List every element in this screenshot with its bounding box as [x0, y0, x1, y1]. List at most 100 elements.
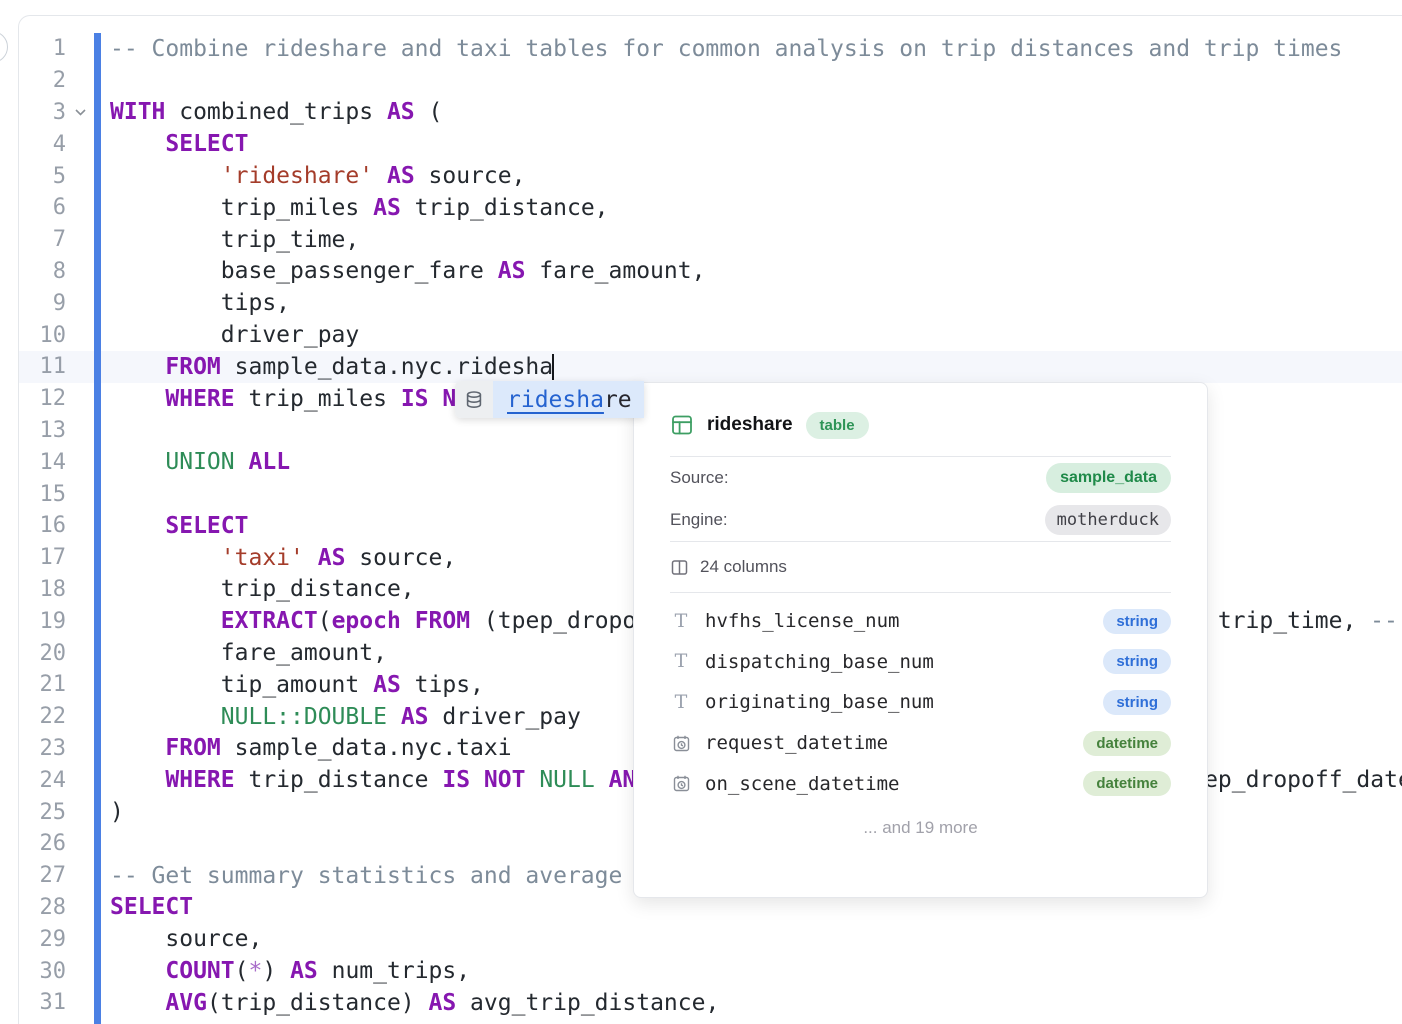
change-indicator-bar	[94, 574, 101, 606]
change-indicator-bar	[94, 669, 101, 701]
code-line[interactable]: 8 base_passenger_fare AS fare_amount,	[19, 256, 1402, 288]
column-row: on_scene_datetimedatetime	[670, 763, 1171, 804]
divider	[670, 592, 1171, 593]
change-indicator-bar	[94, 160, 101, 192]
suggestion-rest-text: re	[604, 387, 632, 413]
source-badge: sample_data	[1046, 463, 1171, 493]
code-line[interactable]: 5 'rideshare' AS source,	[19, 160, 1402, 192]
line-number: 4	[19, 132, 66, 157]
code-text: driver_pay	[101, 322, 359, 348]
column-name: request_datetime	[705, 732, 1083, 754]
change-indicator-bar	[94, 351, 101, 383]
code-text: SELECT	[101, 131, 248, 157]
columns-count-row: 24 columns	[670, 542, 1171, 592]
code-text: SELECT	[101, 513, 248, 539]
more-columns-note: ... and 19 more	[670, 818, 1171, 838]
code-text: FROM sample_data.nyc.ridesha	[101, 354, 554, 381]
code-line[interactable]: 4 SELECT	[19, 128, 1402, 160]
change-indicator-bar	[94, 97, 101, 129]
columns-count-text: 24 columns	[700, 557, 787, 577]
code-line[interactable]: 1 -- Combine rideshare and taxi tables fo…	[19, 33, 1402, 65]
change-indicator-bar	[94, 637, 101, 669]
columns-icon	[670, 558, 689, 577]
code-line[interactable]: 30 COUNT(*) AS num_trips,	[19, 955, 1402, 987]
line-number: 22	[19, 704, 66, 729]
change-indicator-bar	[94, 478, 101, 510]
table-info-header: rideshare table	[670, 409, 1171, 441]
column-row: Thvfhs_license_numstring	[670, 601, 1171, 642]
line-number: 30	[19, 959, 66, 984]
change-indicator-bar	[94, 256, 101, 288]
line-number: 11	[19, 354, 66, 379]
string-type-icon: T	[670, 652, 692, 671]
line-number: 17	[19, 545, 66, 570]
edge-button-fragment[interactable]	[0, 31, 8, 63]
code-line[interactable]: 6 trip_miles AS trip_distance,	[19, 192, 1402, 224]
source-label: Source:	[670, 468, 729, 488]
code-text: base_passenger_fare AS fare_amount,	[101, 258, 705, 284]
line-number: 3	[19, 100, 66, 125]
change-indicator-bar	[94, 923, 101, 955]
change-indicator-bar	[94, 701, 101, 733]
change-indicator-bar	[94, 446, 101, 478]
string-type-icon: T	[670, 612, 692, 631]
column-type-badge: datetime	[1083, 771, 1171, 796]
suggestion-item-rideshare[interactable]: rideshare	[493, 381, 644, 418]
line-number: 18	[19, 577, 66, 602]
code-line[interactable]: 9 tips,	[19, 287, 1402, 319]
datetime-type-icon	[670, 734, 692, 753]
code-line[interactable]: 10 driver_pay	[19, 319, 1402, 351]
code-text: fare_amount,	[101, 640, 387, 666]
line-number: 24	[19, 768, 66, 793]
change-indicator-bar	[94, 224, 101, 256]
line-number: 1	[19, 36, 66, 61]
change-indicator-bar	[94, 542, 101, 574]
line-number: 8	[19, 259, 66, 284]
code-line[interactable]: 32 AVG(trip_time) AS avg_trip_time,	[19, 1019, 1402, 1024]
column-type-badge: string	[1103, 690, 1171, 715]
change-indicator-bar	[94, 955, 101, 987]
line-number: 15	[19, 482, 66, 507]
code-text: tip_amount AS tips,	[101, 672, 484, 698]
code-text: SELECT	[101, 894, 193, 920]
code-line[interactable]: 31 AVG(trip_distance) AS avg_trip_distan…	[19, 987, 1402, 1019]
sql-editor-page: 1 -- Combine rideshare and taxi tables fo…	[0, 0, 1402, 1024]
change-indicator-bar	[94, 415, 101, 447]
line-number: 23	[19, 736, 66, 761]
source-row: Source: sample_data	[670, 457, 1171, 499]
change-indicator-bar	[94, 33, 101, 65]
line-number: 13	[19, 418, 66, 443]
engine-badge: motherduck	[1045, 505, 1171, 535]
suggestion-matched-text: ridesha	[507, 387, 604, 413]
change-indicator-bar	[94, 828, 101, 860]
change-indicator-bar	[94, 383, 101, 415]
change-indicator-bar	[94, 192, 101, 224]
line-number: 5	[19, 164, 66, 189]
text-cursor	[552, 354, 554, 380]
line-number: 2	[19, 68, 66, 93]
code-text: 'rideshare' AS source,	[101, 163, 525, 189]
code-text: tips,	[101, 290, 290, 316]
column-name: dispatching_base_num	[705, 651, 1103, 673]
column-name: hvfhs_license_num	[705, 610, 1103, 632]
line-number: 9	[19, 291, 66, 316]
code-line[interactable]: 3WITH combined_trips AS (	[19, 97, 1402, 129]
line-number: 25	[19, 800, 66, 825]
change-indicator-bar	[94, 733, 101, 765]
line-number: 10	[19, 323, 66, 348]
code-line[interactable]: 29 source,	[19, 923, 1402, 955]
code-line[interactable]: 11 FROM sample_data.nyc.ridesha	[19, 351, 1402, 383]
column-row: Tdispatching_base_numstring	[670, 642, 1171, 683]
change-indicator-bar	[94, 128, 101, 160]
code-line[interactable]: 2	[19, 65, 1402, 97]
line-number: 27	[19, 863, 66, 888]
code-line[interactable]: 7 trip_time,	[19, 224, 1402, 256]
code-text: -- Combine rideshare and taxi tables for…	[101, 36, 1342, 62]
fold-chevron-icon[interactable]	[66, 108, 94, 117]
column-row: request_datetimedatetime	[670, 723, 1171, 764]
column-type-badge: string	[1103, 609, 1171, 634]
string-type-icon: T	[670, 693, 692, 712]
engine-label: Engine:	[670, 510, 728, 530]
code-text: trip_miles AS trip_distance,	[101, 195, 609, 221]
datetime-type-icon	[670, 774, 692, 793]
